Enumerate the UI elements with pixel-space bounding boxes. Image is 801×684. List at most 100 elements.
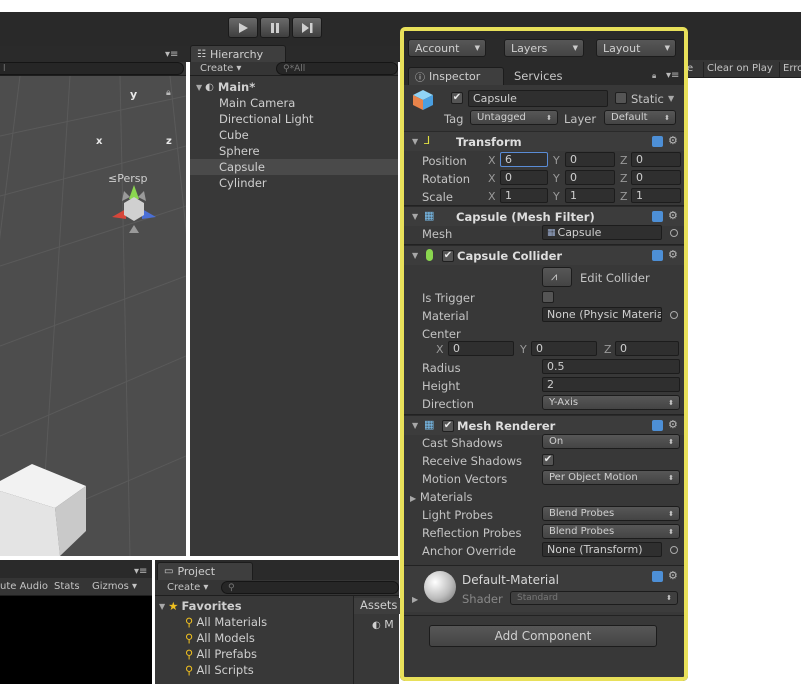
light-probes-dropdown[interactable]: Blend Probes ⬍: [542, 506, 680, 521]
object-name-field[interactable]: Capsule: [468, 90, 608, 107]
hierarchy-scene-row[interactable]: ▼ ◐ Main*: [190, 79, 398, 95]
assets-item[interactable]: ◐ M: [372, 618, 394, 631]
y-axis-label: Y: [553, 154, 560, 167]
hierarchy-item[interactable]: Sphere: [190, 143, 398, 159]
receive-shadows-checkbox[interactable]: ✔: [542, 454, 554, 466]
hierarchy-item[interactable]: Cylinder: [190, 175, 398, 191]
materials-foldout[interactable]: ▶ Materials: [410, 490, 473, 504]
tab-services[interactable]: Services: [514, 69, 563, 83]
hierarchy-item[interactable]: Capsule: [190, 159, 398, 175]
game-view[interactable]: [0, 596, 152, 684]
gear-icon[interactable]: ⚙: [668, 248, 678, 261]
favorites-row[interactable]: ▼ ★ Favorites: [155, 598, 353, 614]
persp-toggle[interactable]: ≤Persp: [108, 172, 147, 185]
scene-view[interactable]: y x z ≤Persp 🔒︎: [0, 76, 186, 556]
favorites-item[interactable]: ⚲ All Materials: [155, 614, 353, 630]
cast-shadows-dropdown[interactable]: On ⬍: [542, 434, 680, 449]
lock-icon[interactable]: 🔒︎: [652, 71, 656, 81]
layers-dropdown[interactable]: Layers ▼: [504, 39, 584, 57]
object-picker-icon[interactable]: [670, 311, 678, 319]
help-book-icon[interactable]: [652, 136, 663, 147]
favorites-item[interactable]: ⚲ All Models: [155, 630, 353, 646]
tab-hierarchy[interactable]: ☷ Hierarchy: [190, 45, 286, 62]
project-create-button[interactable]: Create ▾: [167, 582, 208, 593]
layer-dropdown[interactable]: Default ⬍: [604, 110, 676, 125]
add-component-button[interactable]: Add Component: [429, 625, 657, 647]
scene-gizmo[interactable]: [112, 185, 156, 233]
center-z-field[interactable]: 0: [615, 341, 679, 356]
hierarchy-item[interactable]: Cube: [190, 127, 398, 143]
transform-z-field[interactable]: 1: [631, 188, 681, 203]
direction-dropdown[interactable]: Y-Axis ⬍: [542, 395, 680, 410]
transform-y-field[interactable]: 0: [565, 152, 615, 167]
height-field[interactable]: 2: [542, 377, 680, 392]
play-button[interactable]: [228, 17, 258, 38]
motion-vectors-dropdown[interactable]: Per Object Motion ⬍: [542, 470, 680, 485]
gear-icon[interactable]: ⚙: [668, 209, 678, 222]
gear-icon[interactable]: ⚙: [668, 418, 678, 431]
tag-dropdown[interactable]: Untagged ⬍: [470, 110, 558, 125]
hierarchy-search-input[interactable]: ⚲* All: [276, 62, 398, 75]
active-checkbox[interactable]: ✔: [451, 92, 463, 104]
transform-x-field[interactable]: 0: [500, 170, 548, 185]
object-picker-icon[interactable]: [670, 229, 678, 237]
mesh-filter-header[interactable]: ▼ ▦ Capsule (Mesh Filter) ⚙: [404, 206, 684, 226]
capsule-collider-header[interactable]: ▼ ✔ Capsule Collider ⚙: [404, 245, 684, 265]
center-y-field[interactable]: 0: [531, 341, 597, 356]
scene-search-input[interactable]: l: [0, 62, 184, 75]
gear-icon[interactable]: ⚙: [668, 569, 678, 582]
inspector-tab-menu-icon[interactable]: ▾≡: [666, 70, 679, 81]
mesh-renderer-enabled-checkbox[interactable]: ✔: [442, 420, 454, 432]
help-book-icon[interactable]: [652, 211, 663, 222]
is-trigger-checkbox[interactable]: [542, 291, 554, 303]
help-book-icon[interactable]: [652, 571, 663, 582]
reflection-probes-dropdown[interactable]: Blend Probes ⬍: [542, 524, 680, 539]
radius-field[interactable]: 0.5: [542, 359, 680, 374]
transform-x-field[interactable]: 1: [500, 188, 548, 203]
tab-inspector[interactable]: ⓘ Inspector: [408, 67, 504, 85]
tab-project[interactable]: ▭ Project: [157, 562, 253, 580]
anchor-override-field[interactable]: None (Transform): [542, 542, 662, 557]
help-book-icon[interactable]: [652, 420, 663, 431]
static-dropdown-arrow[interactable]: ▼: [668, 94, 674, 103]
project-search-input[interactable]: ⚲: [221, 581, 399, 594]
stats-button[interactable]: Stats: [54, 581, 80, 592]
collider-material-field[interactable]: None (Physic Materia: [542, 307, 662, 322]
edit-collider-button[interactable]: ⩘: [542, 267, 572, 287]
hierarchy-item[interactable]: Main Camera: [190, 95, 398, 111]
layout-dropdown[interactable]: Layout ▼: [596, 39, 676, 57]
gizmos-button[interactable]: Gizmos ▾: [92, 581, 137, 592]
clear-on-play-button[interactable]: Clear on Play: [703, 62, 776, 77]
mesh-renderer-header[interactable]: ▼ ▦ ✔ Mesh Renderer ⚙: [404, 415, 684, 435]
gear-icon[interactable]: ⚙: [668, 134, 678, 147]
transform-header[interactable]: ▼ ⅃ Transform ⚙: [404, 131, 684, 151]
scene-tab-menu-icon[interactable]: ▾≡: [165, 49, 178, 60]
capsule-collider-enabled-checkbox[interactable]: ✔: [442, 250, 454, 262]
center-label: Center: [422, 327, 461, 341]
transform-z-field[interactable]: 0: [631, 152, 681, 167]
foldout-closed-icon[interactable]: ▶: [412, 595, 418, 604]
assets-breadcrumb[interactable]: Assets: [354, 598, 400, 614]
help-book-icon[interactable]: [652, 250, 663, 261]
center-x-field[interactable]: 0: [448, 341, 514, 356]
lock-icon[interactable]: 🔒︎: [166, 88, 171, 98]
mute-audio-button[interactable]: ute Audio: [0, 581, 48, 592]
game-tab-menu-icon[interactable]: ▾≡: [134, 566, 147, 577]
static-checkbox[interactable]: [615, 92, 627, 104]
hierarchy-create-button[interactable]: Create ▾: [200, 63, 241, 74]
object-picker-icon[interactable]: [670, 546, 678, 554]
shader-dropdown[interactable]: Standard ⬍: [510, 591, 678, 605]
transform-z-field[interactable]: 0: [631, 170, 681, 185]
favorites-item[interactable]: ⚲ All Scripts: [155, 662, 353, 678]
account-dropdown[interactable]: Account ▼: [408, 39, 486, 57]
transform-y-field[interactable]: 0: [565, 170, 615, 185]
pause-button[interactable]: [260, 17, 290, 38]
transform-x-field[interactable]: 6: [500, 152, 548, 167]
hierarchy-item[interactable]: Directional Light: [190, 111, 398, 127]
transform-y-field[interactable]: 1: [565, 188, 615, 203]
error-pause-button[interactable]: Erro: [779, 62, 801, 77]
step-button[interactable]: [292, 17, 322, 38]
cube-object[interactable]: [0, 464, 86, 556]
favorites-item[interactable]: ⚲ All Prefabs: [155, 646, 353, 662]
mesh-field[interactable]: ▦ Capsule: [542, 225, 662, 240]
